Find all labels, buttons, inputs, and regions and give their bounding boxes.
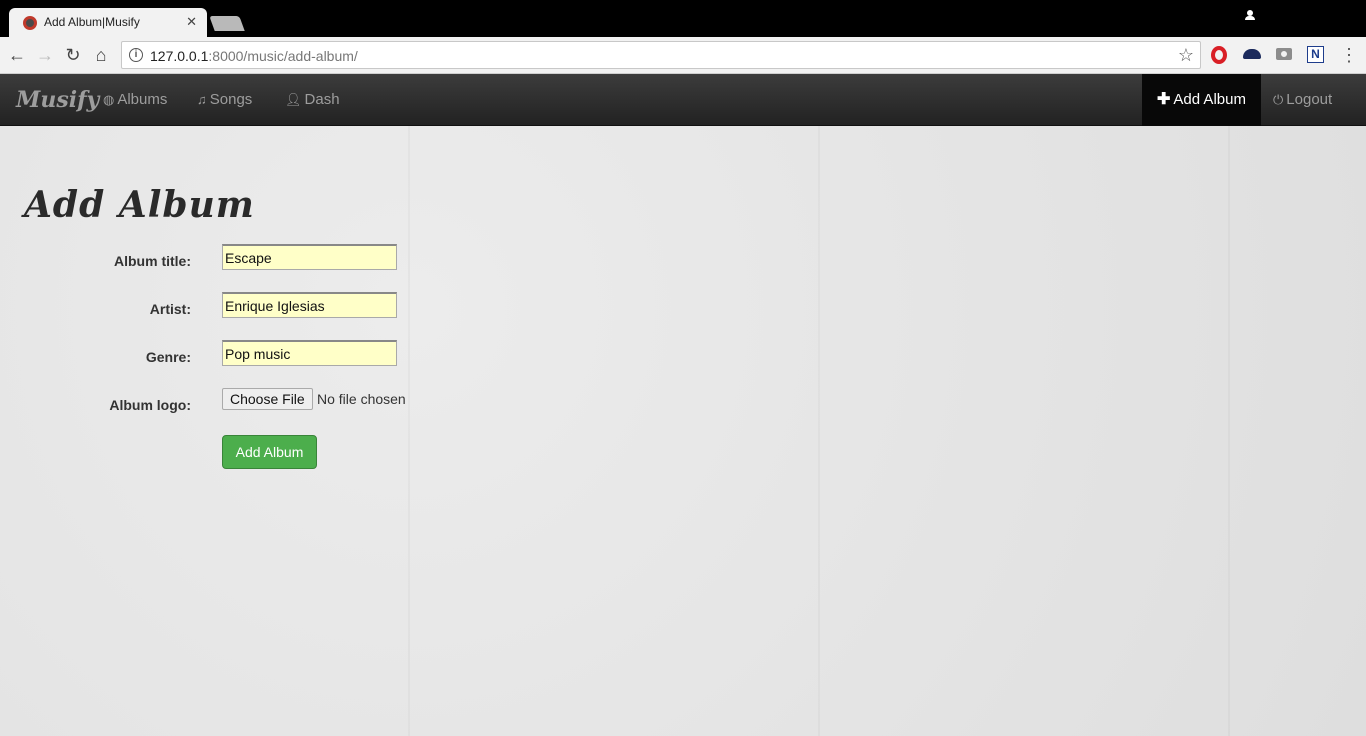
artist-input[interactable]: [222, 292, 397, 318]
new-tab-button[interactable]: [209, 16, 245, 31]
globe-icon: ◍: [103, 92, 115, 107]
genre-input[interactable]: [222, 340, 397, 366]
camera-extension-icon[interactable]: [1276, 48, 1292, 60]
browser-tab[interactable]: Add Album|Musify ✕: [9, 8, 207, 37]
forward-icon[interactable]: →: [33, 43, 57, 67]
user-icon: 👤︎: [285, 92, 302, 107]
nav-dash[interactable]: 👤︎ Dash: [285, 74, 340, 126]
power-icon: ⏻: [1273, 92, 1284, 107]
browser-tab-strip: Add Album|Musify ✕: [0, 0, 1366, 37]
bookmark-star-icon[interactable]: ☆: [1178, 45, 1194, 66]
favicon-icon: [23, 16, 37, 30]
browser-toolbar: ← → ↻ ⌂ i 127.0.0.1:8000/music/add-album…: [0, 37, 1366, 74]
nav-songs[interactable]: ♫ Songs: [197, 74, 252, 126]
album-title-label: Album title:: [114, 253, 191, 269]
genre-label: Genre:: [145, 349, 191, 365]
info-icon[interactable]: i: [129, 48, 143, 62]
reload-icon[interactable]: ↻: [61, 43, 85, 67]
app-navbar: Musify ◍ Albums ♫ Songs 👤︎ Dash ✚ Add Album …: [0, 74, 1366, 126]
music-note-icon: ♫: [197, 92, 207, 107]
plus-icon: ✚: [1157, 91, 1171, 108]
choose-file-button[interactable]: Choose File: [222, 388, 313, 410]
album-title-input[interactable]: [222, 244, 397, 270]
address-bar[interactable]: i 127.0.0.1:8000/music/add-album/ ☆: [121, 41, 1201, 69]
profile-icon[interactable]: [1244, 10, 1256, 22]
nav-add-album[interactable]: ✚ Add Album: [1142, 74, 1261, 126]
close-icon[interactable]: ✕: [186, 14, 197, 30]
main-content: Add Album Album title: Artist: Genre: Al…: [0, 126, 1366, 736]
file-status: No file chosen: [317, 391, 406, 407]
page-title: Add Album: [24, 184, 255, 226]
back-icon[interactable]: ←: [5, 43, 29, 67]
nav-albums[interactable]: ◍ Albums: [103, 74, 167, 126]
home-icon[interactable]: ⌂: [89, 43, 113, 67]
tab-title: Add Album|Musify: [44, 15, 140, 29]
brand-logo[interactable]: Musify: [16, 87, 99, 113]
opera-extension-icon[interactable]: [1211, 46, 1227, 64]
browser-menu-icon[interactable]: ⋮: [1340, 46, 1358, 64]
nav-logout[interactable]: ⏻ Logout: [1273, 74, 1332, 126]
n-extension-icon[interactable]: N: [1307, 46, 1324, 63]
artist-label: Artist:: [149, 301, 191, 317]
add-album-submit-button[interactable]: Add Album: [222, 435, 317, 469]
album-logo-label: Album logo:: [109, 397, 191, 413]
url-text: 127.0.0.1:8000/music/add-album/: [150, 48, 358, 64]
cloud-extension-icon[interactable]: [1243, 49, 1261, 59]
